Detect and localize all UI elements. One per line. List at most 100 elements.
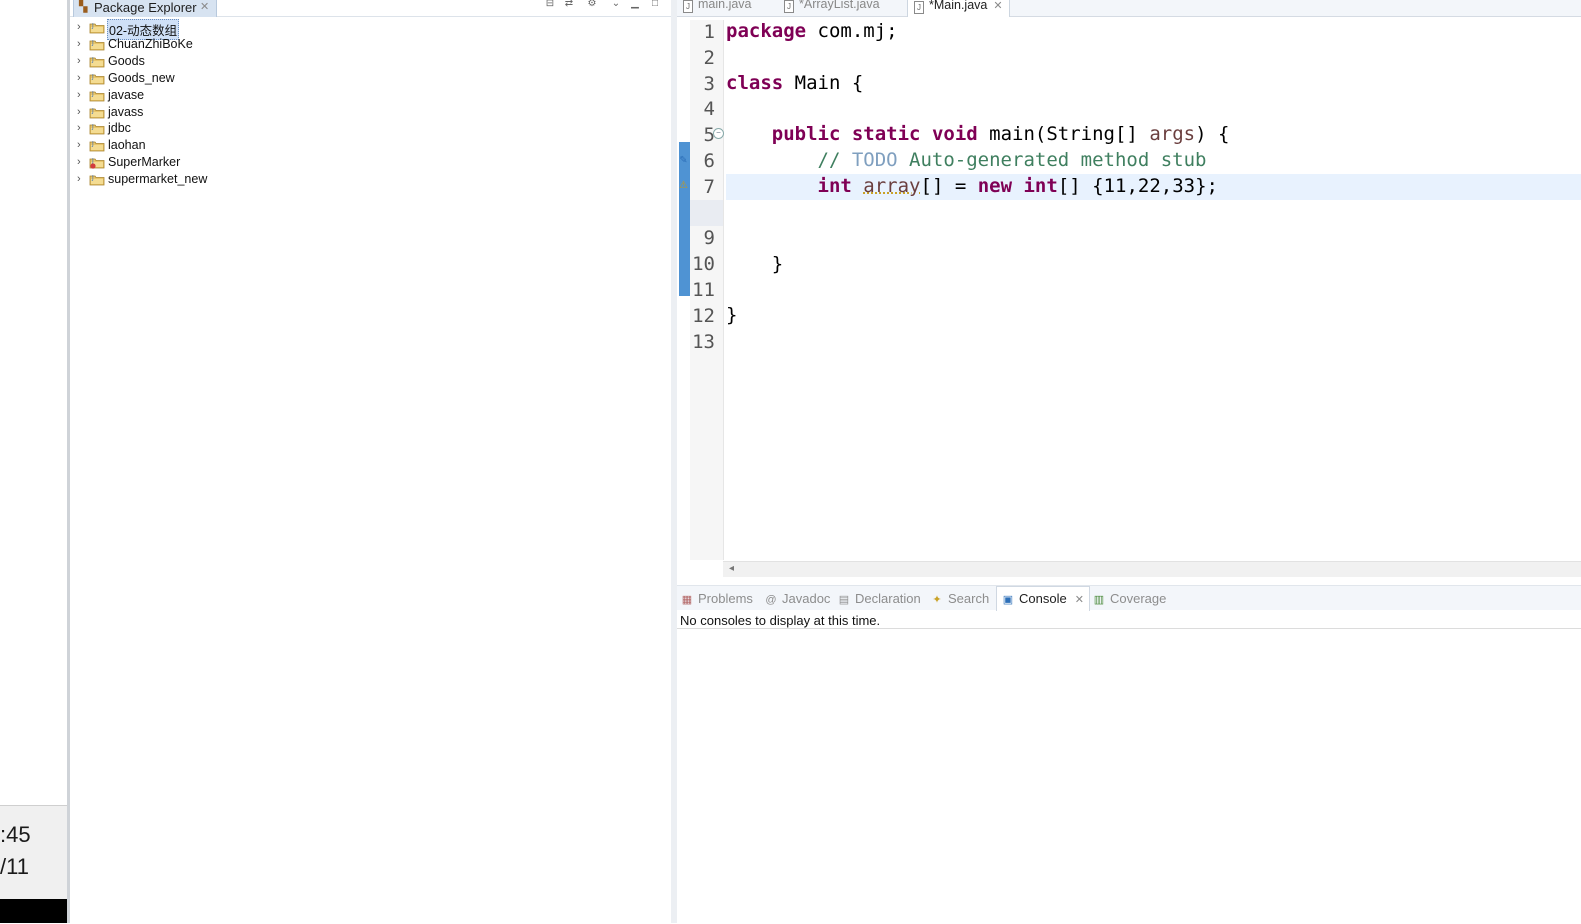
editor-tab-arraylist-java[interactable]: J *ArrayList.java bbox=[784, 0, 880, 16]
close-icon[interactable]: ✕ bbox=[200, 0, 209, 13]
tab-label: Coverage bbox=[1110, 591, 1167, 606]
bottom-panel-tabs: ▦ Problems @ Javadoc ▤ Declaration ✦ Search … bbox=[677, 586, 1581, 611]
tree-item-project[interactable]: › J Goods_new bbox=[70, 70, 470, 87]
search-icon: ✦ bbox=[932, 594, 942, 606]
tree-item-project[interactable]: › Jjdbc bbox=[70, 120, 470, 137]
tree-item-project[interactable]: › J SuperMarker bbox=[70, 154, 470, 171]
package-explorer-icon: ▚ bbox=[79, 1, 88, 13]
tab-problems[interactable]: ▦ Problems bbox=[681, 591, 753, 606]
tree-item-project[interactable]: › Jjavase bbox=[70, 87, 470, 104]
java-project-icon: J bbox=[89, 139, 105, 152]
horizontal-scrollbar[interactable]: ◂ bbox=[723, 561, 1581, 577]
tree-item-label: SuperMarker bbox=[108, 155, 181, 170]
line-number: 7 bbox=[703, 175, 715, 198]
tab-search[interactable]: ✦ Search bbox=[931, 591, 989, 606]
comment: // bbox=[817, 149, 852, 171]
expand-arrow-icon[interactable]: › bbox=[77, 21, 87, 33]
expand-arrow-icon[interactable]: › bbox=[77, 139, 87, 151]
expand-arrow-icon[interactable]: › bbox=[77, 106, 87, 118]
tab-label: Declaration bbox=[855, 591, 921, 606]
problems-icon: ▦ bbox=[681, 594, 693, 606]
comment: Auto-generated method stub bbox=[897, 149, 1207, 171]
keyword: void bbox=[931, 123, 978, 145]
java-project-icon: J bbox=[89, 122, 105, 135]
expand-arrow-icon[interactable]: › bbox=[77, 89, 87, 101]
code-text: com.mj; bbox=[806, 20, 898, 42]
maximize-icon[interactable]: □ bbox=[649, 0, 661, 10]
tab-label: Problems bbox=[698, 591, 753, 606]
tree-item-project[interactable]: › Jsupermarket_new bbox=[70, 171, 470, 188]
keyword: static bbox=[851, 123, 921, 145]
svg-text:J: J bbox=[91, 141, 94, 148]
warning-marker-icon[interactable]: ⚠ bbox=[678, 180, 689, 191]
editor-tab-main-java[interactable]: Jmain.java bbox=[683, 0, 752, 16]
editor-tab-label: main.java bbox=[698, 0, 752, 11]
filter-icon[interactable]: ⚙ bbox=[586, 0, 598, 10]
package-explorer-title: Package Explorer bbox=[94, 0, 197, 15]
link-with-editor-icon[interactable]: ⇄ bbox=[563, 0, 575, 10]
view-menu-icon[interactable]: ⌄ bbox=[610, 0, 622, 10]
tab-coverage[interactable]: ▥ Coverage bbox=[1093, 591, 1167, 606]
tab-console[interactable]: ▣ Console ✕ bbox=[996, 586, 1090, 611]
clock-time: :45 bbox=[0, 822, 31, 847]
scroll-left-icon[interactable]: ◂ bbox=[729, 563, 734, 574]
tab-javadoc[interactable]: @ Javadoc bbox=[765, 591, 830, 606]
java-project-icon: J bbox=[89, 173, 105, 186]
editor-tab-main-java-active[interactable]: J *Main.java ✕ bbox=[907, 0, 1010, 17]
expand-arrow-icon[interactable]: › bbox=[77, 156, 87, 168]
line-number: 11 bbox=[692, 279, 715, 301]
task-marker-icon[interactable]: ✎ bbox=[678, 155, 689, 166]
declaration-icon: ▤ bbox=[838, 594, 850, 606]
code-text: main(String[] bbox=[977, 123, 1150, 145]
expand-arrow-icon[interactable]: › bbox=[77, 173, 87, 185]
expand-arrow-icon[interactable]: › bbox=[77, 72, 87, 84]
code-text: [] {11,22,33}; bbox=[1057, 175, 1218, 197]
java-project-icon: J bbox=[89, 38, 105, 51]
tree-item-project[interactable]: › J 02-动态数组 bbox=[70, 19, 470, 40]
minimize-icon[interactable]: ▁ bbox=[629, 0, 641, 10]
svg-text:J: J bbox=[91, 56, 94, 63]
code-line-7: int array[] = new int[] {11,22,33}; bbox=[726, 175, 1218, 197]
taskbar-bottom-bar bbox=[0, 899, 68, 923]
code-line-12: } bbox=[726, 304, 737, 326]
code-line-5: public static void main(String[] args) { bbox=[726, 123, 1230, 145]
editor-tab-bar: Jmain.java J *ArrayList.java J *Main.java ✕ bbox=[677, 0, 1581, 17]
expand-arrow-icon[interactable]: › bbox=[77, 38, 87, 50]
line-number: 10 bbox=[692, 253, 715, 276]
console-icon: ▣ bbox=[1002, 594, 1014, 606]
bottom-panel: ▦ Problems @ Javadoc ▤ Declaration ✦ Search … bbox=[677, 585, 1581, 924]
keyword: int bbox=[817, 175, 852, 197]
keyword: package bbox=[726, 20, 807, 42]
java-file-icon: J bbox=[683, 0, 693, 13]
tree-item-project[interactable]: › J ChuanZhiBoKe bbox=[70, 36, 470, 53]
java-project-icon: J bbox=[89, 55, 105, 68]
close-icon[interactable]: ✕ bbox=[993, 0, 1002, 12]
java-project-icon: J bbox=[89, 72, 105, 85]
tree-item-project[interactable]: › Jlaohan bbox=[70, 137, 470, 154]
current-line-gutter-highlight bbox=[690, 200, 723, 226]
expand-arrow-icon[interactable]: › bbox=[77, 122, 87, 134]
tab-label: Console bbox=[1019, 591, 1067, 606]
java-project-icon: J bbox=[89, 106, 105, 119]
code-text: } bbox=[771, 253, 784, 275]
java-editor: Jmain.java J *ArrayList.java J *Main.java ✕… bbox=[677, 0, 1581, 580]
tab-declaration[interactable]: ▤ Declaration bbox=[838, 591, 921, 606]
expand-arrow-icon[interactable]: › bbox=[77, 55, 87, 67]
tree-item-label: jdbc bbox=[108, 121, 131, 136]
taskbar-clock[interactable] bbox=[0, 805, 68, 901]
code-text: } bbox=[726, 304, 738, 326]
java-project-icon: J bbox=[89, 21, 105, 34]
fold-collapse-icon[interactable]: − bbox=[713, 128, 724, 139]
tree-item-label: supermarket_new bbox=[108, 172, 208, 187]
line-number: 4 bbox=[703, 98, 715, 121]
close-icon[interactable]: ✕ bbox=[1075, 594, 1084, 606]
line-number-gutter: 12345678910111213 bbox=[690, 20, 724, 560]
tree-item-project[interactable]: › Jjavass bbox=[70, 104, 470, 121]
collapse-all-icon[interactable]: ⊟ bbox=[544, 0, 556, 10]
code-text: ) { bbox=[1195, 123, 1230, 145]
java-project-error-icon: J bbox=[89, 156, 105, 169]
tab-package-explorer[interactable]: ▚ Package Explorer ✕ bbox=[73, 0, 217, 17]
tree-item-project[interactable]: › J Goods bbox=[70, 53, 470, 70]
overview-ruler[interactable]: ✎ ⚠ bbox=[677, 20, 690, 560]
taskbar-strip: :45 /11 bbox=[0, 0, 68, 923]
